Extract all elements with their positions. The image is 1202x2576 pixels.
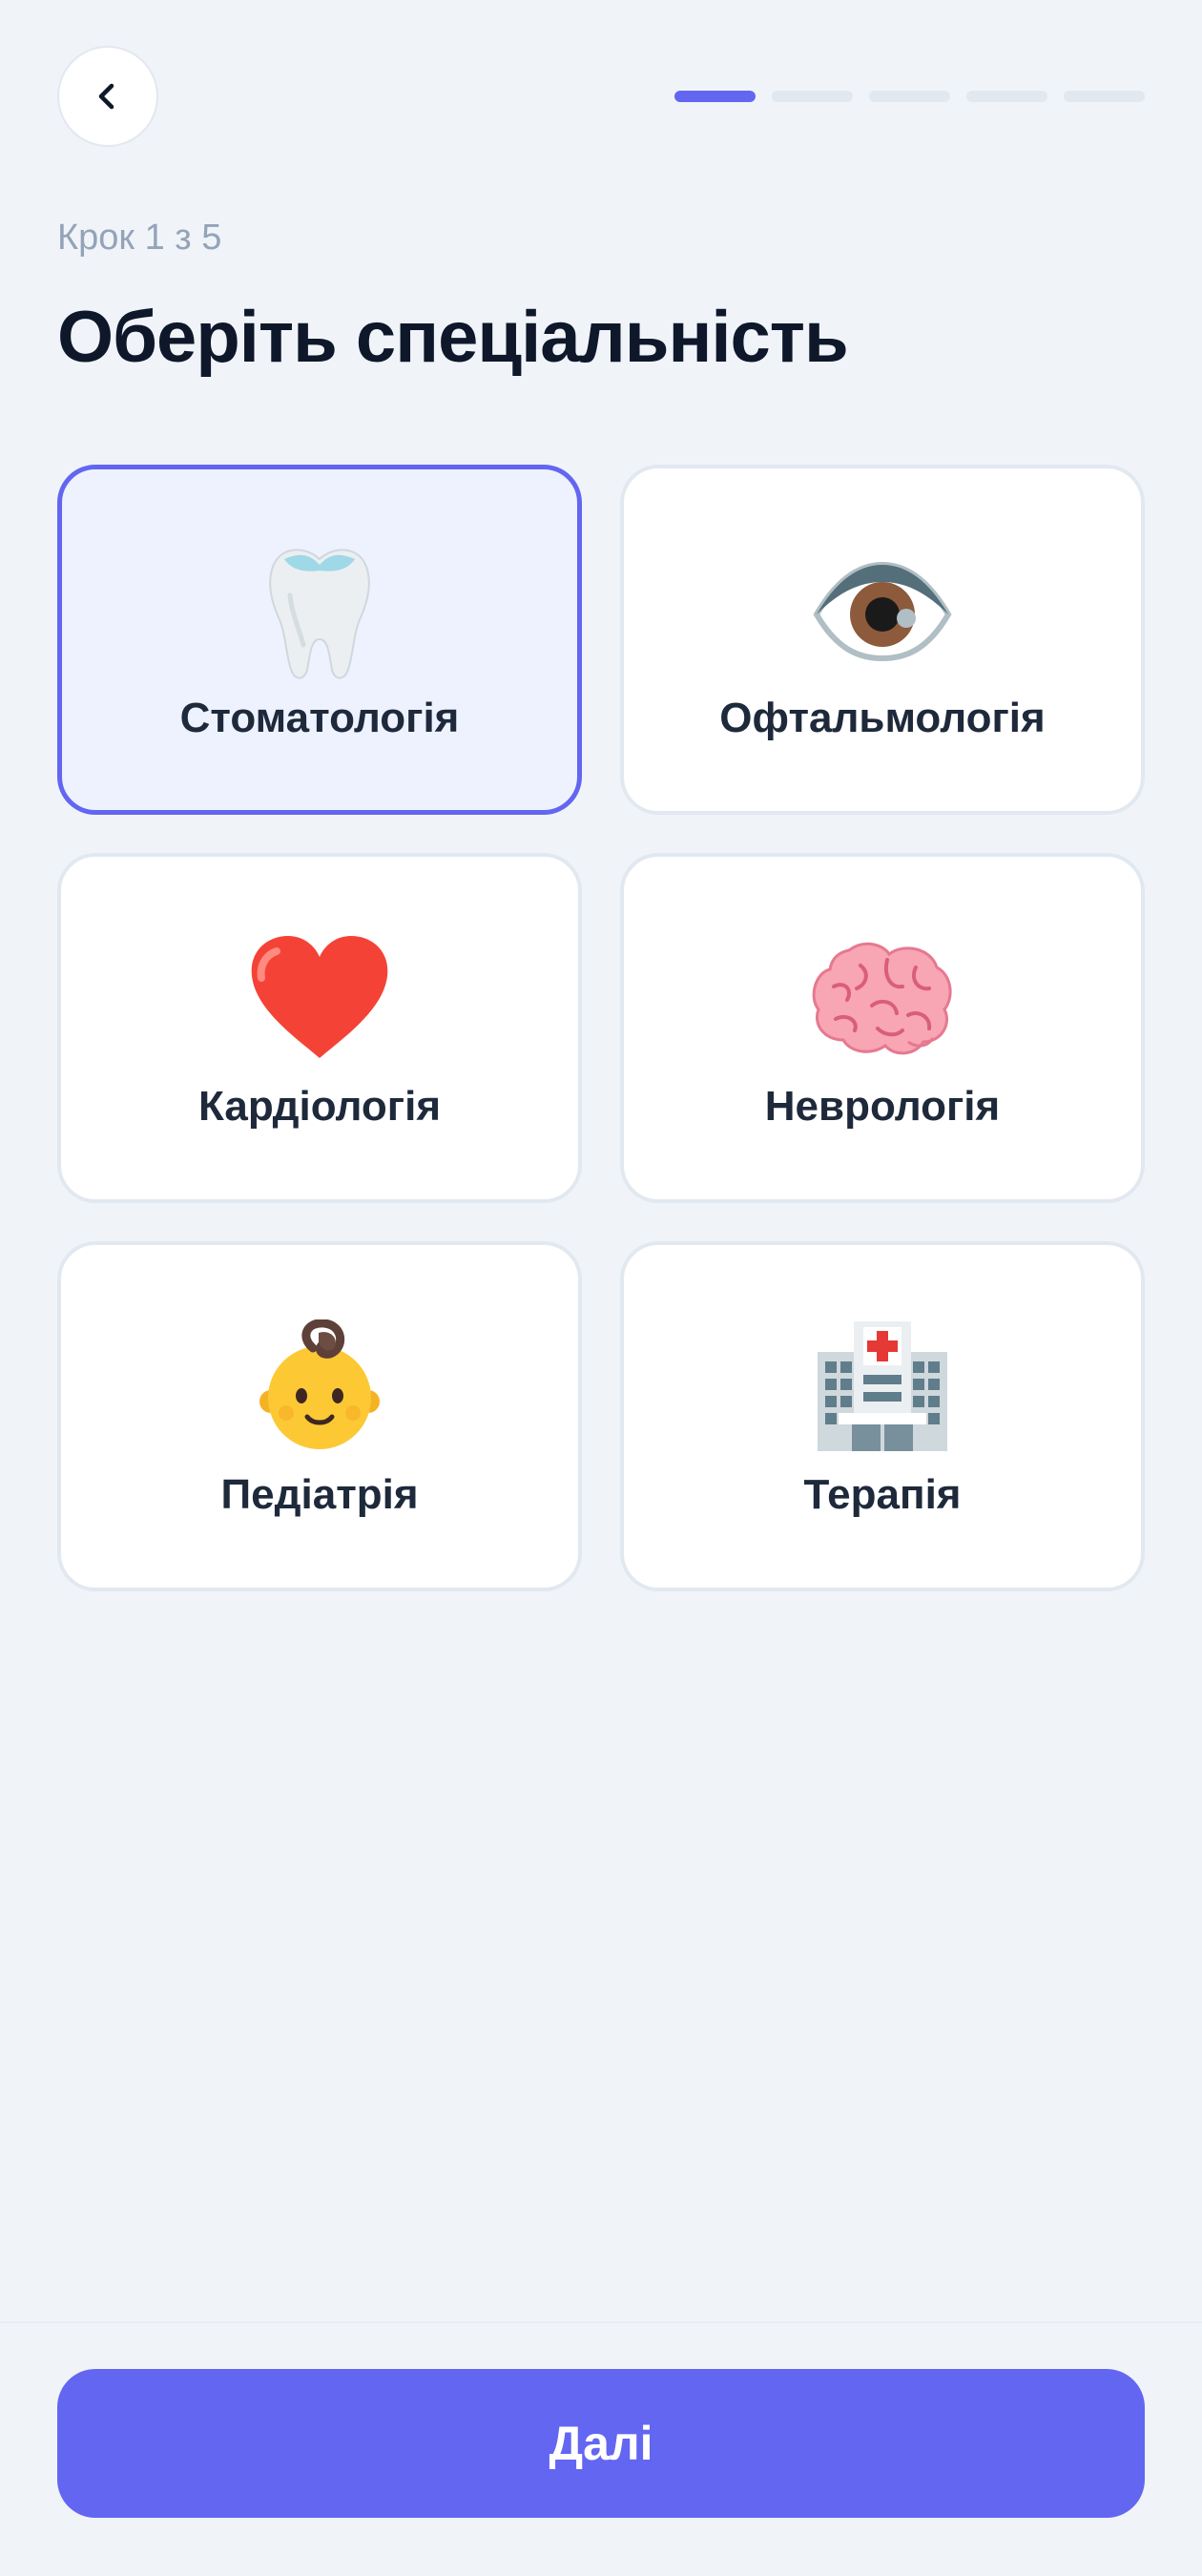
page-title: Оберіть спеціальність	[57, 297, 849, 378]
progress-segment-5	[1064, 91, 1145, 102]
specialty-label: Офтальмологія	[719, 694, 1046, 741]
heart-icon	[248, 926, 391, 1070]
specialty-label: Неврологія	[764, 1082, 1001, 1130]
specialty-card-ophthalmology[interactable]: Офтальмологія	[620, 465, 1145, 815]
specialty-card-cardiology[interactable]: Кардіологія	[57, 853, 582, 1203]
specialty-label: Стоматологія	[179, 694, 460, 741]
progress-segment-1	[674, 91, 756, 102]
specialty-card-neurology[interactable]: Неврологія	[620, 853, 1145, 1203]
specialty-card-dentistry[interactable]: Стоматологія	[57, 465, 582, 815]
baby-icon	[248, 1315, 391, 1458]
hospital-icon	[811, 1315, 954, 1458]
progress-segment-3	[869, 91, 950, 102]
specialty-label: Кардіологія	[197, 1082, 442, 1130]
progress-segment-2	[772, 91, 853, 102]
progress-segment-4	[966, 91, 1047, 102]
specialty-card-pediatrics[interactable]: Педіатрія	[57, 1241, 582, 1591]
step-label: Крок 1 з 5	[57, 218, 222, 258]
specialty-label: Педіатрія	[220, 1470, 419, 1518]
specialty-card-therapy[interactable]: Терапія	[620, 1241, 1145, 1591]
eye-icon	[811, 538, 954, 681]
tooth-icon	[248, 538, 391, 681]
next-button[interactable]: Далі	[57, 2369, 1145, 2518]
brain-icon	[811, 926, 954, 1070]
specialty-label: Терапія	[803, 1470, 962, 1518]
specialty-grid: Стоматологія Офтальмологія Кардіологія Н…	[57, 465, 1145, 1591]
footer-divider	[0, 2321, 1202, 2323]
back-button[interactable]	[57, 46, 158, 147]
chevron-left-icon	[98, 83, 114, 110]
step-progress-indicator	[674, 91, 1145, 102]
